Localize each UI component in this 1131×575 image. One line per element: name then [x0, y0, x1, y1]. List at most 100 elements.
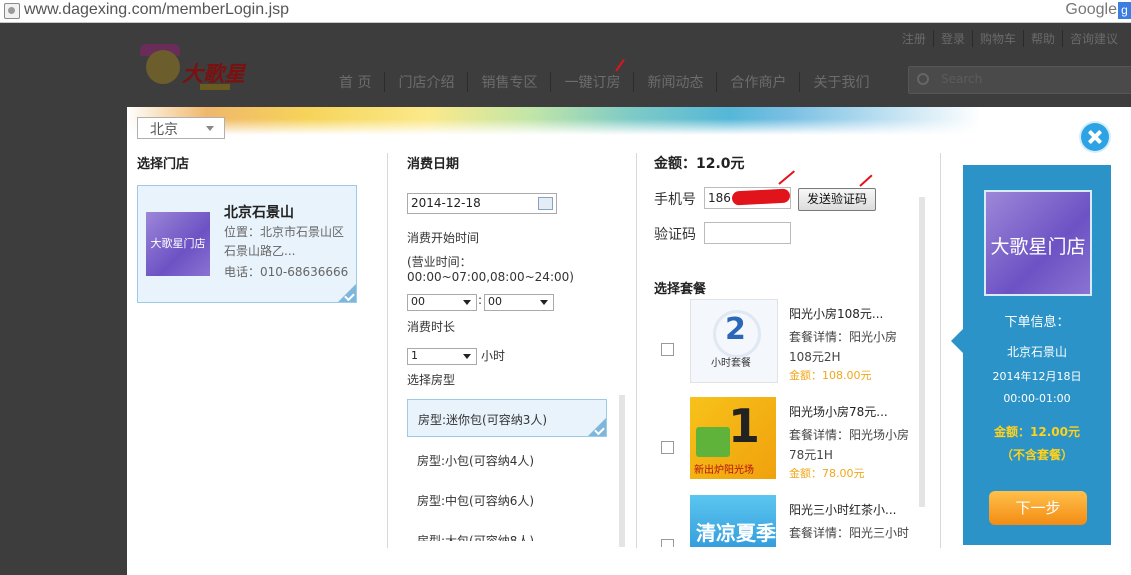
search-placeholder: Search: [941, 72, 983, 86]
phone-value: 186: [708, 191, 731, 205]
package-item[interactable]: 清凉夏季 阳光三小时红茶小... 套餐详情：阳光三小时: [653, 493, 913, 547]
phone-label: 手机号: [654, 192, 696, 208]
annotation-arrow-nav: [615, 58, 625, 72]
store-card[interactable]: 大歌星门店 北京石景山 位置：北京市石景山区石景山路乙... 电话：010-68…: [137, 185, 357, 303]
next-step-button[interactable]: 下一步: [989, 491, 1087, 525]
package-checkbox[interactable]: [661, 539, 674, 547]
time-colon: :: [478, 293, 483, 307]
package-detail: 套餐详情：阳光小房108元2H: [789, 330, 898, 364]
duration-unit: 小时: [481, 349, 506, 363]
top-link-feedback[interactable]: 咨询建议: [1061, 30, 1125, 47]
site-search[interactable]: Search: [908, 66, 1131, 94]
nav-partners[interactable]: 合作商户: [717, 72, 801, 92]
summary-store: 北京石景山: [1006, 345, 1067, 359]
start-time-label: 消费开始时间: [407, 231, 480, 245]
room-type-label: 选择房型: [407, 373, 456, 387]
google-icon[interactable]: g: [1118, 2, 1131, 19]
hour-select[interactable]: 00: [407, 294, 477, 311]
nav-sales[interactable]: 销售专区: [468, 72, 552, 92]
package-name: 阳光场小房78元...: [789, 405, 888, 419]
chevron-down-icon: [463, 354, 471, 359]
booking-modal: 北京 选择门店 大歌星门店 北京石景山 位置：北京市石景山区石景山路乙... 电…: [127, 107, 1131, 575]
package-caption: 新出炉阳光场: [694, 465, 754, 476]
package-price: 金额：78.00元: [789, 467, 865, 480]
site-logo[interactable]: 大歌星: [138, 44, 250, 102]
nav-home[interactable]: 首 页: [326, 72, 386, 92]
city-value: 北京: [150, 122, 178, 138]
store-phone: 电话：010-68636666: [224, 265, 349, 279]
date-input[interactable]: 2014-12-18: [407, 193, 557, 214]
package-caption: 清凉夏季: [696, 521, 776, 545]
store-address: 位置：北京市石景山区石景山路乙...: [224, 225, 345, 258]
summary-amount: 金额：12.00元: [994, 425, 1080, 439]
search-engine-label: Google: [1065, 1, 1117, 18]
top-link-register[interactable]: 注册: [895, 30, 933, 47]
package-item[interactable]: 1 新出炉阳光场 阳光场小房78元... 套餐详情：阳光场小房78元1H 金额：…: [653, 395, 913, 481]
room-option[interactable]: 房型:迷你包(可容纳3人): [407, 399, 607, 437]
package-detail: 套餐详情：阳光三小时: [789, 526, 910, 540]
duration-label: 消费时长: [407, 320, 456, 334]
date-value: 2014-12-18: [411, 196, 481, 210]
package-name: 阳光三小时红茶小...: [789, 503, 897, 517]
package-image: 2 小时套餐: [690, 299, 778, 383]
nav-stores[interactable]: 门店介绍: [385, 72, 469, 92]
annotation-arrow-phone: [778, 170, 795, 185]
room-option-label: 房型:大包(可容纳8人): [417, 534, 535, 541]
main-nav: 首 页 门店介绍 销售专区 一键订房 新闻动态 合作商户 关于我们: [326, 72, 882, 92]
store-name: 北京石景山: [224, 205, 294, 221]
package-detail: 套餐详情：阳光场小房78元1H: [789, 428, 910, 462]
nav-booking[interactable]: 一键订房: [551, 72, 635, 92]
store-thumbnail: 大歌星门店: [146, 212, 210, 276]
code-input[interactable]: [704, 222, 791, 244]
calendar-icon[interactable]: [538, 197, 553, 210]
top-link-cart[interactable]: 购物车: [971, 30, 1023, 47]
annotation-arrow-send: [859, 174, 873, 187]
package-list-scrollbar[interactable]: [919, 197, 925, 507]
logo-subbar: [200, 84, 230, 90]
chevron-down-icon: [463, 300, 471, 305]
summary-pointer: [951, 329, 963, 353]
room-option[interactable]: 房型:小包(可容纳4人): [407, 441, 607, 477]
package-checkbox[interactable]: [661, 441, 674, 454]
page-icon: [4, 3, 20, 19]
minute-value: 00: [488, 295, 502, 308]
summary-thumbnail: 大歌星门店: [984, 190, 1092, 296]
summary-note: （不含套餐）: [1000, 448, 1073, 462]
minute-select[interactable]: 00: [484, 294, 554, 311]
close-icon[interactable]: [1081, 123, 1109, 151]
room-type-list: 房型:迷你包(可容纳3人) 房型:小包(可容纳4人) 房型:中包(可容纳6人) …: [407, 399, 607, 541]
order-summary-panel: 大歌星门店 下单信息： 北京石景山 2014年12月18日 00:00-01:0…: [951, 165, 1111, 545]
package-price: 金额：108.00元: [789, 369, 872, 382]
package-badge: 2: [725, 312, 746, 347]
address-url[interactable]: www.dagexing.com/memberLogin.jsp: [24, 1, 289, 19]
nav-news[interactable]: 新闻动态: [634, 72, 718, 92]
room-option[interactable]: 房型:中包(可容纳6人): [407, 481, 607, 517]
room-list-scrollbar[interactable]: [619, 395, 625, 547]
summary-heading: 下单信息：: [1004, 315, 1070, 330]
top-links: 注册 登录 购物车 帮助 咨询建议: [895, 30, 1125, 47]
room-option-label: 房型:迷你包(可容纳3人): [418, 413, 548, 427]
summary-time: 00:00-01:00: [1003, 392, 1071, 405]
duration-select[interactable]: 1: [407, 348, 477, 365]
chevron-down-icon: [540, 300, 548, 305]
package-list: 2 小时套餐 阳光小房108元... 套餐详情：阳光小房108元2H 金额：10…: [653, 297, 913, 547]
column-divider-2: [636, 153, 637, 548]
package-item[interactable]: 2 小时套餐 阳光小房108元... 套餐详情：阳光小房108元2H 金额：10…: [653, 297, 913, 383]
room-option[interactable]: 房型:大包(可容纳8人): [407, 521, 607, 541]
send-code-button[interactable]: 发送验证码: [798, 188, 876, 211]
duration-value: 1: [411, 349, 418, 362]
top-link-login[interactable]: 登录: [932, 30, 972, 47]
summary-date: 2014年12月18日: [992, 370, 1082, 383]
order-amount: 金额：12.0元: [654, 156, 745, 172]
store-section-title: 选择门店: [137, 157, 190, 172]
hour-value: 00: [411, 295, 425, 308]
package-image: 1 新出炉阳光场: [690, 397, 776, 479]
store-thumb-text: 大歌星门店: [150, 237, 206, 250]
city-select[interactable]: 北京: [137, 117, 225, 139]
package-checkbox[interactable]: [661, 343, 674, 356]
chevron-down-icon: [206, 126, 214, 131]
summary-thumb-text: 大歌星门店: [990, 236, 1086, 258]
logo-mascot-icon: [146, 50, 180, 84]
nav-about[interactable]: 关于我们: [800, 72, 882, 92]
top-link-help[interactable]: 帮助: [1022, 30, 1062, 47]
